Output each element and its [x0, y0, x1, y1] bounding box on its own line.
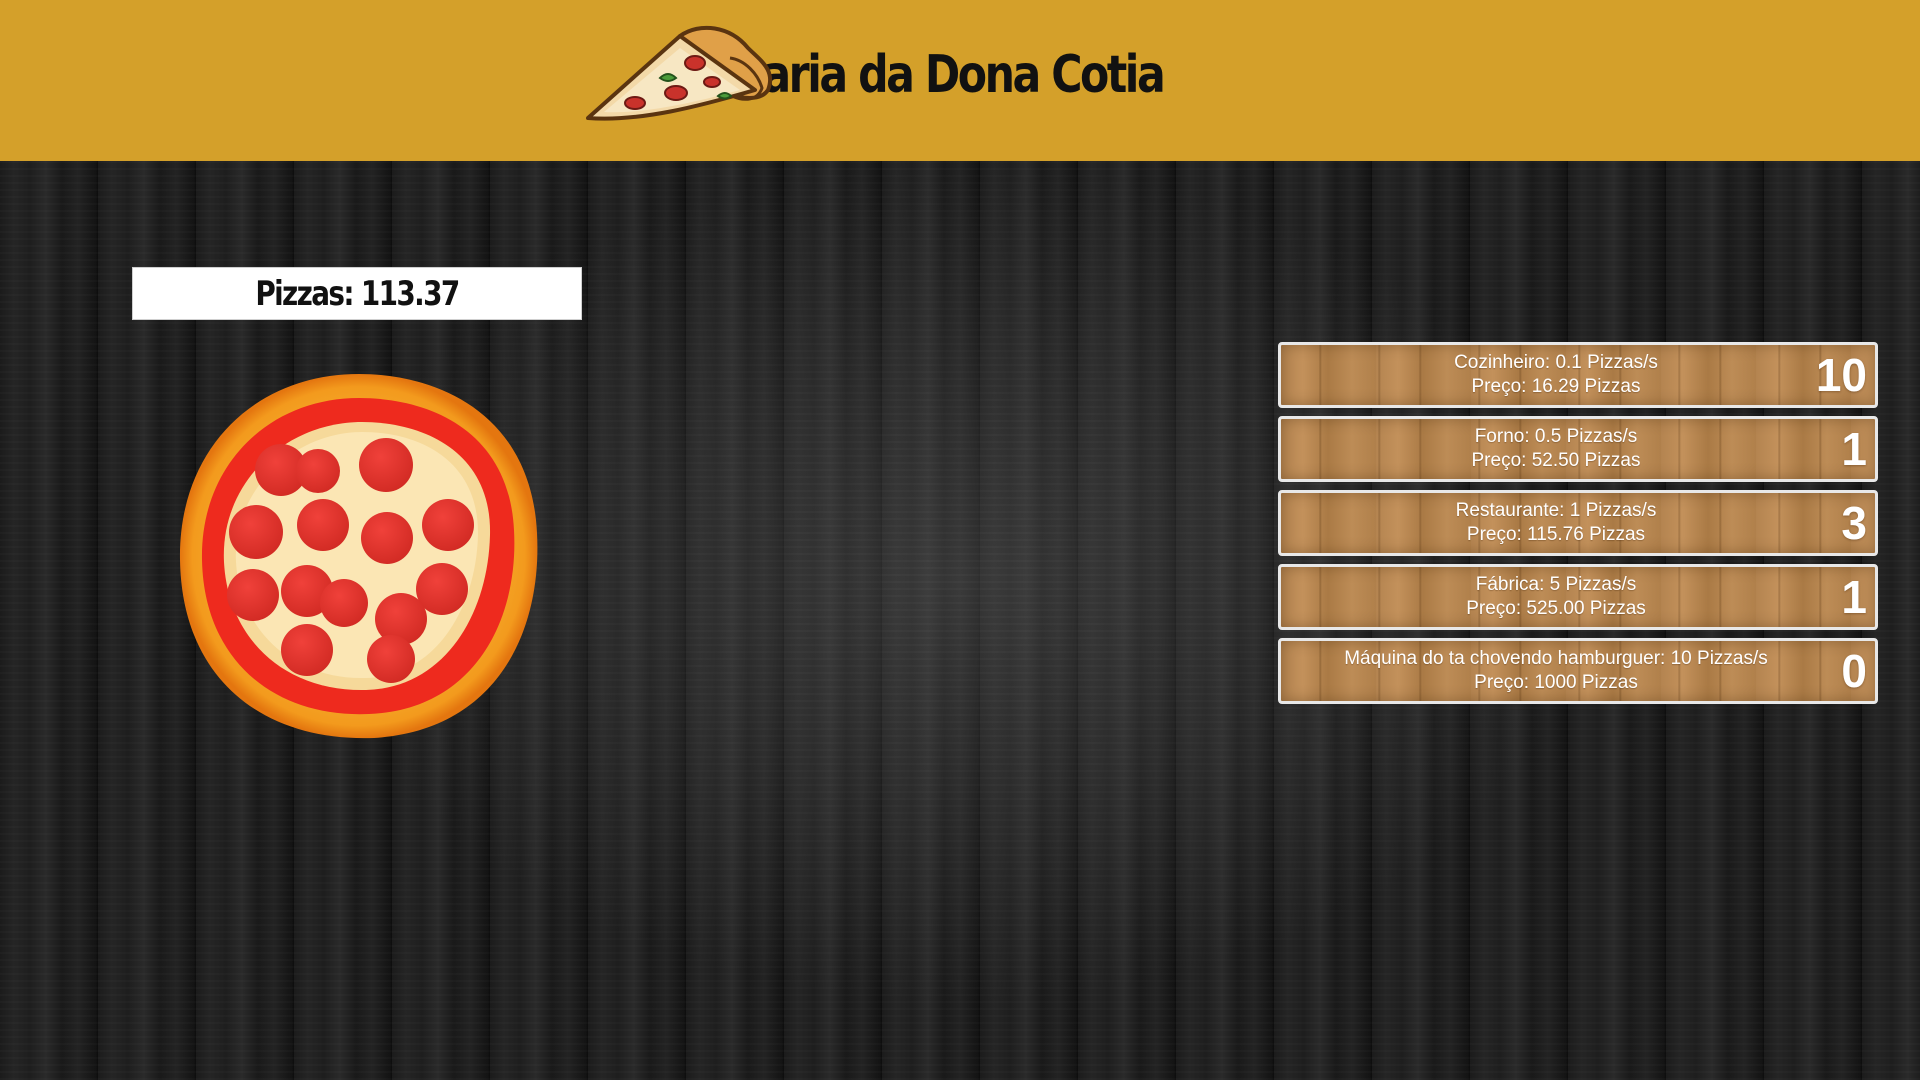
upgrade-count: 1: [1841, 423, 1867, 475]
upgrade-info: Cozinheiro: 0.1 Pizzas/s Preço: 16.29 Pi…: [1281, 351, 1831, 399]
upgrade-info: Máquina do ta chovendo hamburguer: 10 Pi…: [1281, 647, 1831, 695]
upgrade-forno-button[interactable]: Forno: 0.5 Pizzas/s Preço: 52.50 Pizzas …: [1278, 416, 1878, 482]
upgrade-shop: Cozinheiro: 0.1 Pizzas/s Preço: 16.29 Pi…: [1278, 342, 1878, 712]
upgrade-fabrica-button[interactable]: Fábrica: 5 Pizzas/s Preço: 525.00 Pizzas…: [1278, 564, 1878, 630]
pizza-counter: Pizzas: 113.37: [132, 267, 582, 320]
header-bar: zaria da Dona Cotia: [0, 0, 1920, 161]
upgrade-rate: Forno: 0.5 Pizzas/s: [1474, 426, 1638, 447]
page-title: zaria da Dona Cotia: [740, 45, 1166, 105]
pizza-click-button[interactable]: [174, 370, 544, 742]
upgrade-rate: Restaurante: 1 Pizzas/s: [1455, 500, 1657, 521]
pizza-counter-text: Pizzas: 113.37: [255, 274, 460, 314]
upgrade-price: Preço: 52.50 Pizzas: [1471, 450, 1641, 471]
pepperoni-pizza-icon: [179, 374, 538, 739]
upgrade-cozinheiro-button[interactable]: Cozinheiro: 0.1 Pizzas/s Preço: 16.29 Pi…: [1278, 342, 1878, 408]
upgrade-count: 0: [1841, 645, 1867, 697]
upgrade-info: Fábrica: 5 Pizzas/s Preço: 525.00 Pizzas: [1281, 573, 1831, 621]
pizza-slice-icon: [580, 18, 800, 133]
upgrade-restaurante-button[interactable]: Restaurante: 1 Pizzas/s Preço: 115.76 Pi…: [1278, 490, 1878, 556]
upgrade-count: 3: [1841, 497, 1867, 549]
upgrade-price: Preço: 16.29 Pizzas: [1471, 376, 1641, 397]
upgrade-rate: Fábrica: 5 Pizzas/s: [1475, 574, 1637, 595]
upgrade-price: Preço: 1000 Pizzas: [1474, 672, 1638, 693]
upgrade-maquina-button[interactable]: Máquina do ta chovendo hamburguer: 10 Pi…: [1278, 638, 1878, 704]
upgrade-count: 1: [1841, 571, 1867, 623]
app-root: zaria da Dona Cotia Pizzas: 113.37 Cozin…: [0, 0, 1920, 1080]
upgrade-rate: Máquina do ta chovendo hamburguer: 10 Pi…: [1344, 648, 1768, 669]
upgrade-rate: Cozinheiro: 0.1 Pizzas/s: [1454, 352, 1658, 373]
upgrade-price: Preço: 525.00 Pizzas: [1466, 598, 1646, 619]
upgrade-count: 10: [1815, 349, 1867, 401]
upgrade-info: Forno: 0.5 Pizzas/s Preço: 52.50 Pizzas: [1281, 425, 1831, 473]
upgrade-price: Preço: 115.76 Pizzas: [1466, 524, 1646, 545]
upgrade-info: Restaurante: 1 Pizzas/s Preço: 115.76 Pi…: [1281, 499, 1831, 547]
